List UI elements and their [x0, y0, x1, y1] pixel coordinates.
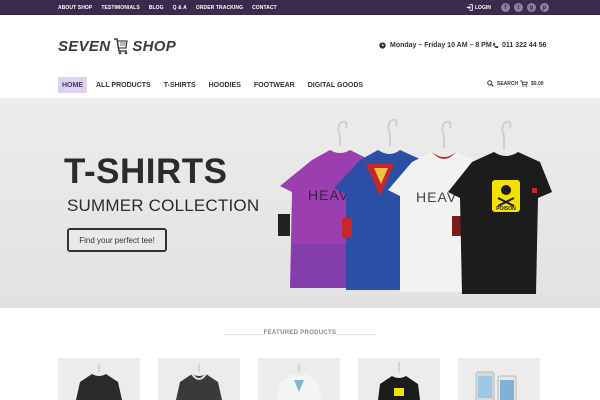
nav-item-all-products[interactable]: ALL PRODUCTS: [92, 77, 155, 93]
nav-item-home[interactable]: HOME: [58, 77, 87, 93]
top-link-testimonials[interactable]: TESTIMONIALS: [101, 5, 139, 11]
login-label: LOGIN: [475, 4, 491, 11]
nav-item-digital-goods[interactable]: DIGITAL GOODS: [304, 77, 367, 93]
product-image-tee-black: [378, 362, 420, 400]
hero-cta-button[interactable]: Find your perfect tee!: [67, 228, 167, 252]
top-right-area: LOGIN f t g p: [466, 0, 549, 15]
product-card-2[interactable]: [158, 358, 240, 400]
login-link[interactable]: LOGIN: [466, 4, 491, 11]
google-plus-icon[interactable]: g: [526, 3, 536, 12]
phone-text: 011 322 44 56: [502, 42, 547, 49]
opening-hours: Monday – Friday 10 AM – 8 PM: [379, 42, 492, 49]
login-icon: [466, 4, 473, 11]
hero-title: T-SHIRTS: [64, 152, 228, 191]
search-label: SEARCH: [497, 80, 519, 87]
nav-item-footwear[interactable]: FOOTWEAR: [250, 77, 299, 93]
product-card-3[interactable]: [258, 358, 340, 400]
featured-products-title: FEATURED PRODUCTS: [263, 330, 337, 336]
product-image-hoodie-black: [76, 364, 122, 400]
nav-item-hoodies[interactable]: HOODIES: [205, 77, 245, 93]
main-nav: HOME ALL PRODUCTS T-SHIRTS HOODIES FOOTW…: [58, 77, 372, 93]
search-icon: [487, 80, 494, 87]
cart-button[interactable]: $0.00: [520, 80, 544, 87]
phone-icon: [493, 42, 499, 48]
site-logo[interactable]: SEVEN SHOP: [58, 37, 176, 55]
phone-number[interactable]: 011 322 44 56: [492, 42, 546, 49]
logo-text-seven: SEVEN: [58, 37, 111, 55]
top-link-about-shop[interactable]: ABOUT SHOP: [58, 5, 92, 11]
logo-text-shop: SHOP: [132, 37, 177, 55]
hero-banner: T-SHIRTS SUMMER COLLECTION Find your per…: [0, 98, 600, 308]
tshirt-display-image: HEAV HEAV POISON: [278, 118, 552, 294]
facebook-icon[interactable]: f: [500, 3, 510, 12]
hero-subtitle: SUMMER COLLECTION: [67, 196, 260, 215]
clock-icon: [379, 42, 386, 49]
product-card-1[interactable]: [58, 358, 140, 400]
shopping-cart-logo-icon: [114, 38, 129, 55]
product-image-hoodie-white: [276, 364, 322, 400]
hours-text: Monday – Friday 10 AM – 8 PM: [390, 42, 492, 49]
pinterest-icon[interactable]: p: [539, 3, 549, 12]
top-link-blog[interactable]: BLOG: [149, 5, 164, 11]
shirt-print-poison: POISON: [496, 206, 516, 212]
product-image-hoodie-grey: [176, 364, 222, 400]
top-nav: ABOUT SHOP TESTIMONIALS BLOG Q & A ORDER…: [58, 0, 277, 15]
black-tshirt: [448, 152, 552, 294]
search-button[interactable]: SEARCH: [487, 80, 518, 87]
product-image-phones: [475, 371, 517, 400]
product-card-4[interactable]: [358, 358, 440, 400]
top-bar: ABOUT SHOP TESTIMONIALS BLOG Q & A ORDER…: [0, 0, 600, 15]
hanger-icon: [337, 118, 512, 150]
cart-icon: [520, 80, 528, 87]
nav-item-t-shirts[interactable]: T-SHIRTS: [160, 77, 200, 93]
product-card-5[interactable]: [458, 358, 540, 400]
top-link-contact[interactable]: CONTACT: [252, 5, 277, 11]
cart-total: $0.00: [531, 80, 544, 87]
top-link-qa[interactable]: Q & A: [173, 5, 187, 11]
twitter-icon[interactable]: t: [513, 3, 523, 12]
top-link-order-tracking[interactable]: ORDER TRACKING: [196, 5, 243, 11]
